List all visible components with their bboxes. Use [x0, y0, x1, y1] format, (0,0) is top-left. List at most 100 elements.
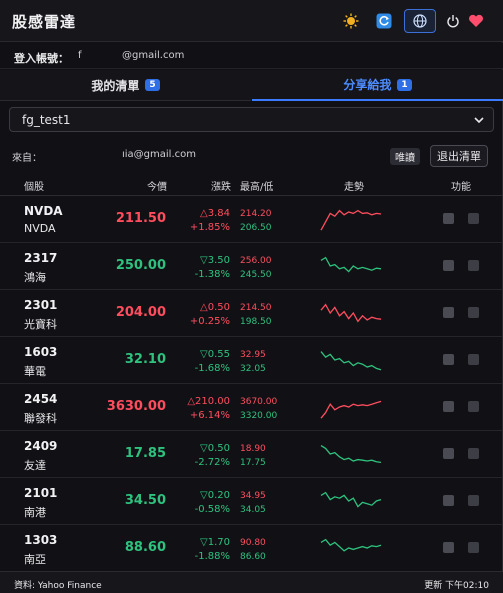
- high-low: 90.80 86.60: [240, 536, 266, 564]
- trend-sparkline: [320, 209, 382, 231]
- account-name: f: [78, 50, 82, 61]
- stock-row[interactable]: 2454 聯發科 3630.00 △210.00 +6.14% 3670.00 3320.0…: [0, 384, 503, 431]
- high-low: 18.90 17.75: [240, 442, 266, 470]
- change-amount: ▽0.20: [200, 490, 230, 501]
- stock-row[interactable]: 2409 友達 17.85 ▽0.50 -2.72% 18.90 17.75: [0, 431, 503, 478]
- change-amount: ▽0.55: [200, 349, 230, 360]
- tab-my-list-count: 5: [145, 79, 160, 91]
- chart-icon[interactable]: [443, 495, 454, 506]
- power-icon[interactable]: [442, 10, 464, 32]
- app-title: 股感雷達: [12, 13, 77, 31]
- change-percent: -1.88%: [194, 551, 230, 562]
- tab-my-list[interactable]: 我的清單 5: [0, 70, 251, 101]
- day-low: 34.05: [240, 505, 266, 515]
- stock-code: 2101: [24, 486, 58, 500]
- chart-icon[interactable]: [443, 307, 454, 318]
- note-icon[interactable]: [468, 213, 479, 224]
- day-high: 256.00: [240, 256, 272, 266]
- shared-from-row: 來自： ıia@gmail.com 唯讀 退出清單: [0, 140, 503, 170]
- high-low: 256.00 245.50: [240, 254, 272, 282]
- readonly-badge: 唯讀: [390, 148, 420, 165]
- stock-price: 88.60: [124, 540, 166, 555]
- account-label: 登入帳號：: [14, 52, 69, 65]
- note-icon[interactable]: [468, 260, 479, 271]
- stock-price: 211.50: [115, 211, 166, 226]
- note-icon[interactable]: [468, 401, 479, 412]
- day-low: 3320.00: [240, 411, 278, 421]
- day-low: 86.60: [240, 552, 266, 562]
- chart-icon[interactable]: [443, 260, 454, 271]
- trend-sparkline: [320, 303, 382, 323]
- stock-code: 1303: [24, 533, 58, 547]
- change-amount: △0.50: [200, 302, 230, 313]
- list-select[interactable]: fg_test1: [9, 107, 494, 132]
- stock-name: 光寶科: [24, 318, 57, 331]
- chart-icon[interactable]: [443, 542, 454, 553]
- globe-icon[interactable]: [404, 9, 436, 33]
- day-high: 214.50: [240, 303, 272, 313]
- stock-change: ▽0.20 -0.58%: [170, 489, 230, 517]
- note-icon[interactable]: [468, 354, 479, 365]
- stock-change: ▽0.55 -1.68%: [170, 348, 230, 376]
- exit-list-button[interactable]: 退出清單: [430, 145, 488, 167]
- column-headers: 個股 今價 漲跌 最高/低 走勢 功能: [0, 172, 503, 196]
- change-amount: △210.00: [187, 396, 230, 407]
- stock-name: NVDA: [24, 222, 56, 235]
- stock-price: 34.50: [124, 493, 166, 508]
- note-icon[interactable]: [468, 495, 479, 506]
- theme-sun-icon[interactable]: [340, 10, 362, 32]
- stock-change: ▽3.50 -1.38%: [170, 254, 230, 282]
- change-percent: +6.14%: [189, 410, 230, 421]
- heart-icon[interactable]: [465, 10, 487, 32]
- stock-code: 2454: [24, 392, 58, 406]
- high-low: 214.50 198.50: [240, 301, 272, 329]
- tab-shared-with-me[interactable]: 分享給我 1: [252, 70, 503, 101]
- stock-name: 南港: [24, 506, 46, 519]
- data-source: 資料: Yahoo Finance: [14, 581, 102, 591]
- stock-row[interactable]: 2101 南港 34.50 ▽0.20 -0.58% 34.95 34.05: [0, 478, 503, 525]
- refresh-icon[interactable]: [373, 10, 395, 32]
- chart-icon[interactable]: [443, 213, 454, 224]
- col-stock: 個股: [24, 182, 44, 193]
- trend-sparkline: [320, 445, 382, 464]
- day-low: 32.05: [240, 364, 266, 374]
- stock-change: ▽0.50 -2.72%: [170, 442, 230, 470]
- stock-row[interactable]: 2317 鴻海 250.00 ▽3.50 -1.38% 256.00 245.50: [0, 243, 503, 290]
- day-high: 90.80: [240, 538, 266, 548]
- tab-shared-label: 分享給我: [343, 78, 392, 92]
- note-icon[interactable]: [468, 307, 479, 318]
- change-amount: ▽3.50: [200, 255, 230, 266]
- stock-price: 204.00: [115, 305, 166, 320]
- account-row: 登入帳號： f @gmail.com: [0, 43, 503, 69]
- stock-name: 聯發科: [24, 412, 57, 425]
- high-low: 3670.00 3320.00: [240, 395, 277, 423]
- stock-change: △210.00 +6.14%: [170, 395, 230, 423]
- stock-row[interactable]: 1303 南亞 88.60 ▽1.70 -1.88% 90.80 86.60: [0, 525, 503, 572]
- list-select-value: fg_test1: [22, 113, 71, 127]
- stock-code: 1603: [24, 345, 58, 359]
- day-high: 214.20: [240, 209, 272, 219]
- chart-icon[interactable]: [443, 448, 454, 459]
- app-window: 股感雷達 登入帳號： f @gmail.com 我的清單 5 分享給我 1 fg…: [0, 0, 503, 593]
- change-amount: ▽0.50: [200, 443, 230, 454]
- chevron-down-icon: [473, 114, 485, 129]
- stock-row[interactable]: 1603 華電 32.10 ▽0.55 -1.68% 32.95 32.05: [0, 337, 503, 384]
- tab-my-list-label: 我的清單: [91, 78, 140, 93]
- stock-code: 2301: [24, 298, 58, 312]
- tab-shared-count: 1: [397, 78, 412, 91]
- chart-icon[interactable]: [443, 354, 454, 365]
- chart-icon[interactable]: [443, 401, 454, 412]
- stock-row[interactable]: 2301 光寶科 204.00 △0.50 +0.25% 214.50 198.50: [0, 290, 503, 337]
- trend-sparkline: [320, 538, 382, 552]
- stock-code: 2409: [24, 439, 58, 453]
- day-low: 245.50: [240, 270, 272, 280]
- note-icon[interactable]: [468, 448, 479, 459]
- update-time: 更新 下午02:10: [424, 581, 489, 591]
- col-high-low: 最高/低: [240, 182, 274, 193]
- stock-row[interactable]: NVDA NVDA 211.50 △3.84 +1.85% 214.20 206.50: [0, 196, 503, 243]
- day-high: 32.95: [240, 350, 266, 360]
- header-bar: 股感雷達: [0, 0, 503, 42]
- from-email: ıia@gmail.com: [122, 149, 196, 160]
- stock-name: 華電: [24, 365, 46, 378]
- note-icon[interactable]: [468, 542, 479, 553]
